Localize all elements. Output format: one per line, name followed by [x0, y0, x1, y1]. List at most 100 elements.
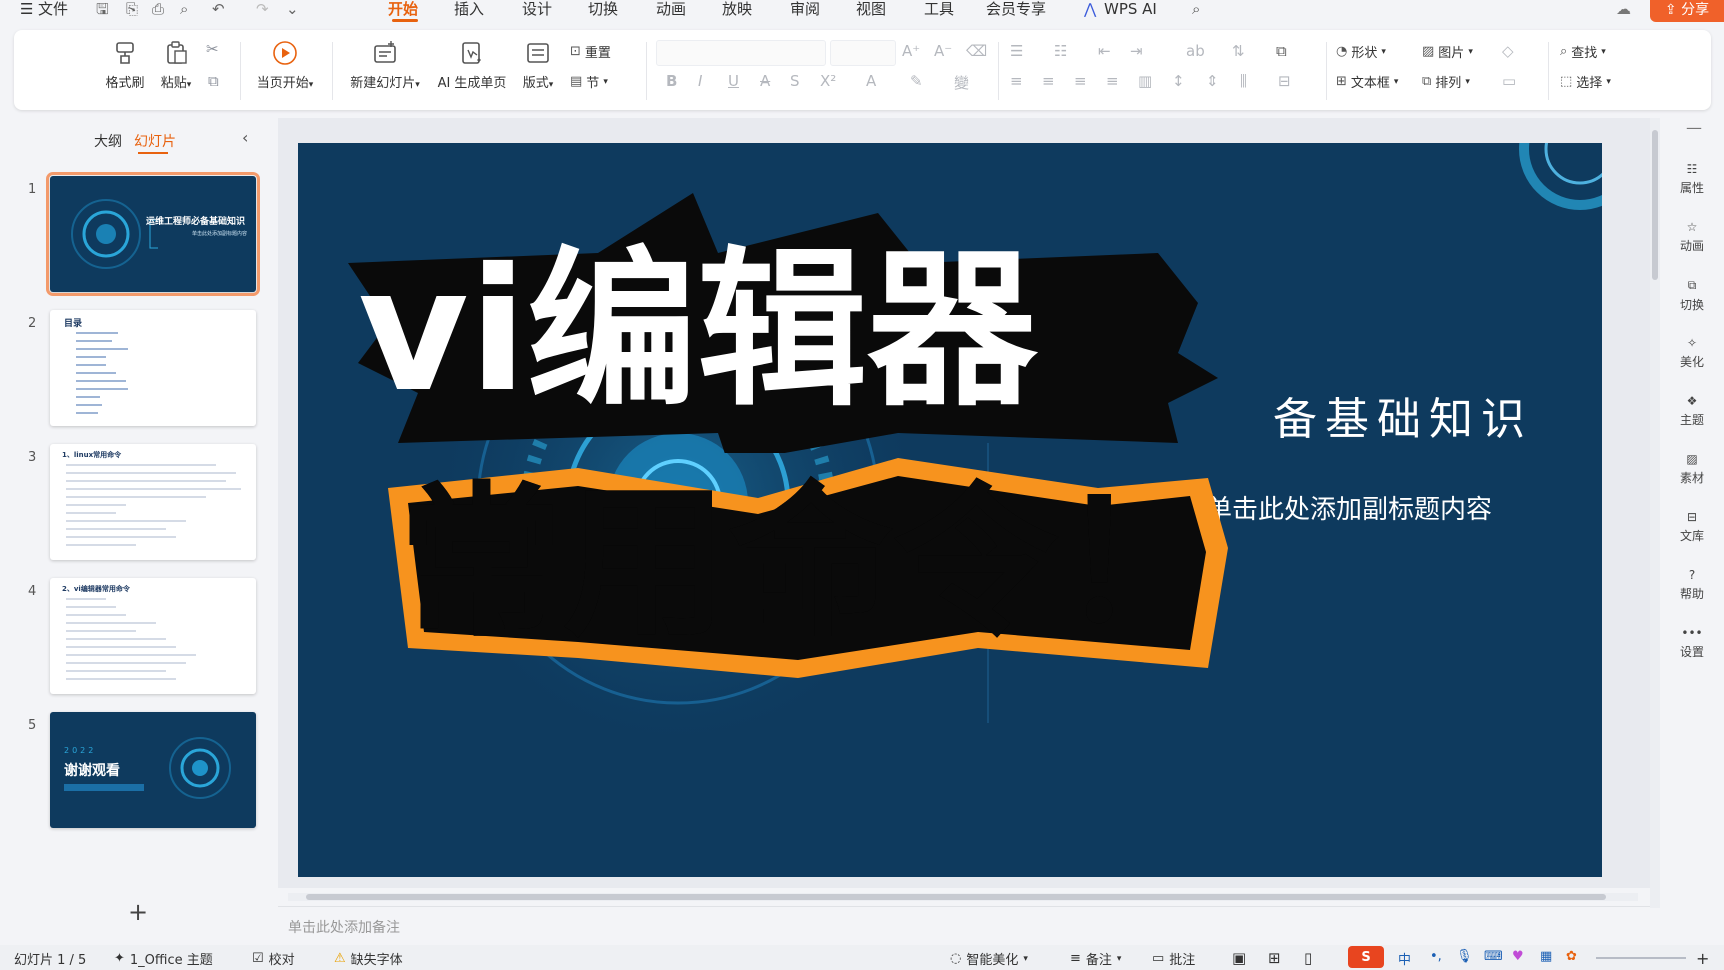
sidebar-theme[interactable]: ❖ 主题	[1660, 394, 1724, 428]
horizontal-scrollbar-thumb[interactable]	[306, 894, 1606, 900]
bold-icon[interactable]: B	[666, 72, 677, 90]
slide-thumbnail-4[interactable]: 2、vi编辑器常用命令	[50, 578, 256, 694]
skin-icon[interactable]: ♥	[1512, 949, 1524, 964]
ime-logo-icon[interactable]: S	[1348, 946, 1384, 968]
font-family-select[interactable]	[656, 40, 826, 66]
ai-generate-button[interactable]: AI 生成单页	[434, 40, 510, 91]
tab-view[interactable]: 视图	[856, 0, 886, 18]
numbered-list-icon[interactable]: ☷	[1054, 42, 1067, 60]
ime-punctuation-icon[interactable]: •,	[1430, 949, 1442, 964]
tab-slideshow[interactable]: 放映	[722, 0, 752, 18]
print-preview-icon[interactable]: ⌕	[180, 0, 188, 18]
slide-1[interactable]: 备基础知识 单击此处添加副标题内容 vi编辑器 常用命令！	[298, 143, 1602, 877]
text-align-icon[interactable]: ⊟	[1278, 72, 1291, 90]
sidebar-transition[interactable]: ⧉ 切换	[1660, 278, 1724, 313]
redo-icon[interactable]: ↷	[256, 0, 269, 18]
slide-thumbnail-1[interactable]: 运维工程师必备基础知识 单击此处添加副标题内容	[46, 172, 260, 296]
tab-home[interactable]: 开始	[388, 0, 418, 18]
paragraph-spacing-icon[interactable]: ⇕	[1206, 72, 1219, 90]
sidebar-library[interactable]: ⊟ 文库	[1660, 510, 1724, 544]
theme-button[interactable]: ✦ 1_Office 主题	[114, 949, 213, 968]
section-button[interactable]: ▤ 节 ▾	[570, 72, 608, 91]
align-right-icon[interactable]: ≡	[1074, 72, 1087, 90]
highlight-icon[interactable]: ✎	[910, 72, 923, 90]
zoom-slider[interactable]	[1596, 957, 1686, 959]
tab-transition[interactable]: 切换	[588, 0, 618, 18]
strikethrough-icon[interactable]: A	[760, 72, 770, 90]
shape-button[interactable]: ◔ 形状 ▾	[1336, 42, 1386, 61]
increase-indent-icon[interactable]: ⇥	[1130, 42, 1143, 60]
collapse-panel-icon[interactable]: ‹	[242, 128, 248, 147]
play-from-current-button[interactable]: 当页开始▾	[250, 40, 320, 91]
paste-button[interactable]: 粘贴▾	[154, 40, 198, 91]
keyboard-icon[interactable]: ⌨	[1484, 949, 1503, 964]
normal-view-icon[interactable]: ▣	[1232, 949, 1246, 967]
superscript-icon[interactable]: X²	[820, 72, 836, 90]
tab-review[interactable]: 审阅	[790, 0, 820, 18]
shadow-icon[interactable]: S	[790, 72, 800, 90]
quick-access-dropdown-icon[interactable]: ⌄	[286, 0, 299, 18]
tab-tools[interactable]: 工具	[924, 0, 954, 18]
sidebar-animation[interactable]: ☆ 动画	[1660, 220, 1724, 254]
tab-design[interactable]: 设计	[522, 0, 552, 18]
add-slide-icon[interactable]: +	[128, 898, 148, 926]
missing-font-button[interactable]: ⚠ 缺失字体	[334, 949, 403, 968]
text-direction-icon[interactable]: ab	[1186, 42, 1205, 60]
convert-icon[interactable]: ⧉	[1276, 42, 1287, 60]
sidebar-beautify[interactable]: ✧ 美化	[1660, 336, 1724, 370]
picture-button[interactable]: ▨ 图片 ▾	[1422, 42, 1473, 61]
find-button[interactable]: ⌕ 查找 ▾	[1560, 42, 1606, 61]
phonetic-icon[interactable]: 變	[954, 72, 969, 93]
toolbox-icon[interactable]: ▦	[1540, 949, 1552, 964]
italic-icon[interactable]: I	[698, 72, 702, 90]
cloud-sync-icon[interactable]: ☁	[1616, 0, 1631, 18]
decrease-indent-icon[interactable]: ⇤	[1098, 42, 1111, 60]
sorter-view-icon[interactable]: ⊞	[1268, 949, 1281, 967]
ime-extra-icon[interactable]: ✿	[1566, 949, 1577, 964]
justify-icon[interactable]: ≡	[1106, 72, 1119, 90]
minimize-sidebar-icon[interactable]: —	[1686, 118, 1702, 137]
sidebar-settings[interactable]: ••• 设置	[1660, 626, 1724, 660]
search-icon[interactable]: ⌕	[1192, 0, 1200, 18]
comments-button[interactable]: ▭ 批注	[1152, 949, 1195, 968]
tab-animation[interactable]: 动画	[656, 0, 686, 18]
format-painter-button[interactable]: 格式刷	[102, 40, 148, 91]
vertical-scrollbar-thumb[interactable]	[1652, 130, 1658, 280]
microphone-icon[interactable]: 🎙	[1456, 949, 1473, 964]
textbox-button[interactable]: ⊞ 文本框 ▾	[1336, 72, 1398, 91]
print-icon[interactable]: ⎙	[152, 0, 164, 18]
export-icon[interactable]: ⎘	[126, 0, 138, 18]
distribute-icon[interactable]: ▥	[1138, 72, 1152, 90]
vertical-scrollbar[interactable]	[1650, 118, 1660, 908]
zoom-in-icon[interactable]: +	[1696, 949, 1709, 968]
select-button[interactable]: ⬚ 选择 ▾	[1560, 72, 1611, 91]
fill-icon[interactable]: ◇	[1502, 42, 1514, 60]
tab-member[interactable]: 会员专享	[986, 0, 1046, 18]
notes-placeholder[interactable]: 单击此处添加备注	[288, 917, 400, 937]
slide-thumbnail-3[interactable]: 1、linux常用命令	[50, 444, 256, 560]
sidebar-help[interactable]: ? 帮助	[1660, 568, 1724, 602]
undo-icon[interactable]: ↶	[212, 0, 225, 18]
menu-file[interactable]: 文件	[38, 0, 68, 18]
copy-icon[interactable]: ⧉	[208, 72, 219, 90]
slide-thumbnail-2[interactable]: 目录	[50, 310, 256, 426]
reset-button[interactable]: ⊡ 重置	[570, 42, 611, 61]
save-icon[interactable]: 🖫	[96, 0, 109, 18]
clear-format-icon[interactable]: ⌫	[966, 42, 987, 60]
proofread-button[interactable]: ☑ 校对	[252, 949, 295, 968]
new-slide-button[interactable]: 新建幻灯片▾	[344, 40, 426, 91]
tab-outline[interactable]: 大纲	[94, 131, 122, 151]
increase-font-icon[interactable]: A⁺	[902, 42, 920, 60]
hamburger-menu-icon[interactable]: ☰	[20, 0, 33, 18]
align-left-icon[interactable]: ≡	[1010, 72, 1023, 90]
tab-insert[interactable]: 插入	[454, 0, 484, 18]
font-color-icon[interactable]: A	[866, 72, 876, 90]
underline-icon[interactable]: U	[728, 72, 739, 90]
sidebar-assets[interactable]: ▨ 素材	[1660, 452, 1724, 486]
cut-icon[interactable]: ✂	[206, 40, 219, 58]
share-button[interactable]: ⇪ 分享	[1650, 0, 1724, 22]
font-size-select[interactable]	[830, 40, 896, 66]
line-spacing-icon[interactable]: ↕	[1172, 72, 1185, 90]
outline-icon[interactable]: ▭	[1502, 72, 1516, 90]
reading-view-icon[interactable]: ▯	[1304, 949, 1312, 967]
